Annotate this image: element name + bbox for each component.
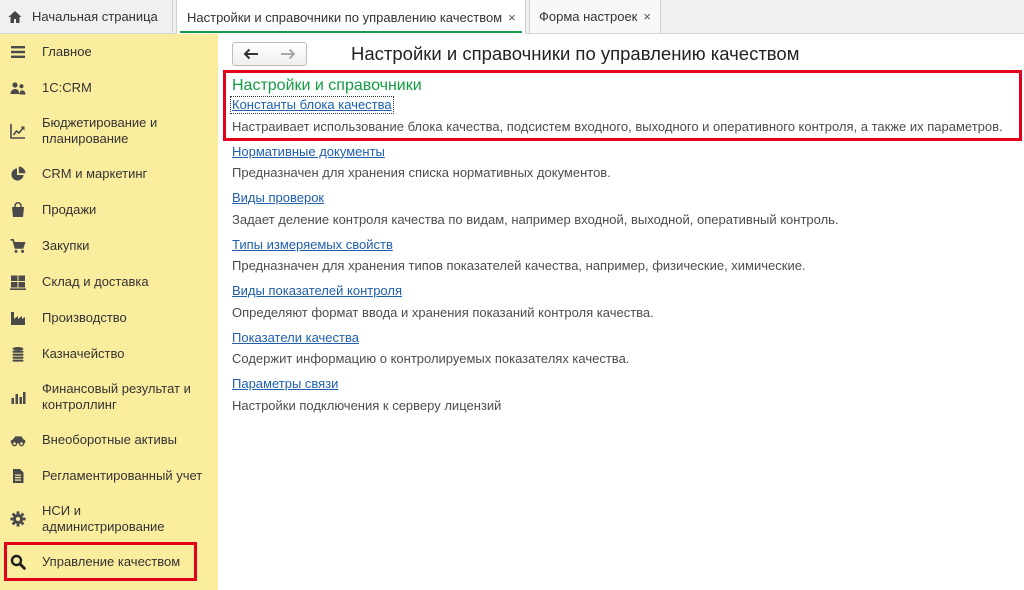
sidebar-item-label: Склад и доставка	[42, 274, 149, 289]
link-normative-documents[interactable]: Нормативные документы	[231, 144, 386, 160]
shopping-cart-icon	[8, 236, 28, 256]
coins-icon	[8, 344, 28, 364]
bar-chart-icon	[8, 387, 28, 407]
item-description: Настраивает использование блока качества…	[232, 118, 1003, 134]
tab-close-button[interactable]: ×	[643, 9, 651, 24]
sidebar-item-label: Главное	[42, 44, 92, 59]
car-icon	[8, 430, 28, 450]
sidebar-item-label: 1С:CRM	[42, 80, 92, 95]
sidebar-item-main[interactable]: Главное	[0, 34, 218, 70]
item-description: Настройки подключения к серверу лицензий	[232, 397, 502, 413]
tab-settings-form[interactable]: Форма настроек ×	[529, 0, 661, 33]
list-item: Типы измеряемых свойств Предназначен для…	[232, 237, 1017, 275]
sidebar-item-budgeting[interactable]: Бюджетирование и планирование	[0, 106, 218, 156]
sidebar-item-sales[interactable]: Продажи	[0, 192, 218, 228]
sidebar-item-label: НСИ и администрирование	[42, 503, 165, 534]
pie-chart-icon	[8, 164, 28, 184]
sidebar-item-crm[interactable]: 1С:CRM	[0, 70, 218, 106]
sidebar-item-financial-result[interactable]: Финансовый результат и контроллинг	[0, 372, 218, 422]
item-description: Определяют формат ввода и хранения показ…	[232, 304, 654, 320]
arrow-right-icon	[280, 48, 296, 60]
sidebar-item-label: Бюджетирование и планирование	[42, 115, 158, 146]
link-check-types[interactable]: Виды проверок	[231, 190, 325, 206]
gear-icon	[8, 509, 28, 529]
list-item: Виды показателей контроля Определяют фор…	[232, 283, 1017, 321]
sidebar-item-label: Финансовый результат и контроллинг	[42, 381, 191, 412]
page-title: Настройки и справочники по управлению ка…	[351, 43, 800, 64]
sidebar-item-crm-marketing[interactable]: CRM и маркетинг	[0, 156, 218, 192]
sidebar-item-fixed-assets[interactable]: Внеоборотные активы	[0, 422, 218, 458]
sidebar-item-label: Продажи	[42, 202, 97, 217]
section-heading: Настройки и справочники	[232, 77, 422, 94]
item-description: Задает деление контроля качества по вида…	[232, 211, 839, 227]
settings-list: Настройки и справочники Константы блока …	[230, 76, 1017, 423]
sidebar-item-purchases[interactable]: Закупки	[0, 228, 218, 264]
list-item: Нормативные документы Предназначен для х…	[232, 144, 1017, 182]
link-quality-constants[interactable]: Константы блока качества	[230, 96, 394, 114]
link-measured-property-types[interactable]: Типы измеряемых свойств	[231, 237, 394, 253]
factory-icon	[8, 308, 28, 328]
tab-label: Настройки и справочники по управлению ка…	[187, 9, 503, 25]
item-description: Предназначен для хранения списка нормати…	[232, 165, 611, 180]
sidebar-item-administration[interactable]: НСИ и администрирование	[0, 494, 218, 544]
people-icon	[8, 78, 28, 98]
search-icon	[8, 552, 28, 572]
list-item: Показатели качества Содержит информацию …	[232, 330, 1017, 368]
menu-icon	[8, 42, 28, 62]
sidebar-item-label: Казначейство	[42, 346, 125, 361]
item-description: Предназначен для хранения типов показате…	[232, 258, 806, 273]
sidebar-item-label: Производство	[42, 310, 127, 325]
item-description: Содержит информацию о контролируемых пок…	[232, 351, 630, 366]
sidebar-item-regulated-accounting[interactable]: Регламентированный учет	[0, 458, 218, 494]
sections-panel: Главное 1С:CRM Бюджетирование и планиров…	[0, 34, 218, 590]
home-icon	[8, 10, 22, 24]
sidebar-item-label: Управление качеством	[42, 554, 181, 569]
history-navigation	[232, 42, 307, 66]
forward-button[interactable]	[270, 43, 307, 65]
tab-label: Начальная страница	[32, 9, 158, 24]
tab-quality-settings[interactable]: Настройки и справочники по управлению ка…	[176, 0, 526, 34]
main-content: Настройки и справочники по управлению ка…	[218, 34, 1024, 590]
trend-chart-icon	[8, 121, 28, 141]
sidebar-item-quality-management[interactable]: Управление качеством	[0, 544, 218, 580]
list-item: Константы блока качества Настраивает исп…	[230, 96, 1017, 135]
link-control-indicator-types[interactable]: Виды показателей контроля	[231, 283, 403, 299]
back-button[interactable]	[233, 43, 270, 65]
link-connection-parameters[interactable]: Параметры связи	[231, 376, 339, 392]
list-item: Виды проверок Задает деление контроля ка…	[232, 190, 1017, 228]
document-icon	[8, 466, 28, 486]
sidebar-item-label: Закупки	[42, 238, 90, 253]
link-quality-indicators[interactable]: Показатели качества	[231, 330, 360, 346]
tab-bar: Начальная страница Настройки и справочни…	[0, 0, 1024, 34]
sidebar-item-warehouse[interactable]: Склад и доставка	[0, 264, 218, 300]
list-item: Параметры связи Настройки подключения к …	[232, 376, 1017, 414]
tab-label: Форма настроек	[539, 9, 638, 24]
shopping-bag-icon	[8, 200, 28, 220]
sidebar-item-production[interactable]: Производство	[0, 300, 218, 336]
tab-home[interactable]: Начальная страница	[0, 0, 173, 33]
warehouse-icon	[8, 272, 28, 292]
sidebar-item-label: CRM и маркетинг	[42, 166, 148, 181]
arrow-left-icon	[243, 48, 259, 60]
tab-close-button[interactable]: ×	[508, 10, 516, 25]
sidebar-item-treasury[interactable]: Казначейство	[0, 336, 218, 372]
sidebar-item-label: Внеоборотные активы	[42, 432, 178, 447]
sidebar-item-label: Регламентированный учет	[42, 468, 203, 483]
